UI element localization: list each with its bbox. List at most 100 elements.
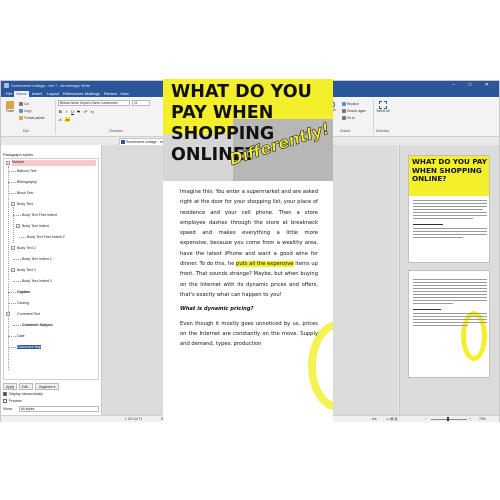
- tree-line: [8, 182, 16, 183]
- maximize-icon[interactable]: □: [468, 82, 477, 88]
- group-character-label: Character: [109, 129, 123, 133]
- cursor-position: L 15 Col 71: [125, 417, 143, 421]
- collapse-icon[interactable]: −: [6, 312, 10, 316]
- style-item[interactable]: Body Text Indent 3: [22, 279, 52, 283]
- style-item[interactable]: Body Text Indent 2: [22, 257, 52, 261]
- window-controls[interactable]: – □ ✕: [452, 82, 495, 88]
- edit-style-button[interactable]: Edit...: [19, 383, 33, 390]
- tree-line: [13, 281, 21, 282]
- separator: [55, 100, 56, 134]
- zoom-slider[interactable]: [431, 419, 467, 420]
- replace-button[interactable]: Replace: [341, 101, 365, 107]
- view-mode-icons[interactable]: ▭ ▤ ▥: [386, 417, 398, 421]
- underline-icon[interactable]: U: [70, 109, 75, 114]
- zoom-out-icon[interactable]: −: [425, 417, 427, 421]
- style-item[interactable]: Comment Text: [17, 312, 40, 316]
- zoom-in-icon[interactable]: +: [469, 417, 471, 421]
- thumbnail-hero: WHAT DO YOU PAY WHEN SHOPPING ONLINE?: [409, 156, 489, 196]
- collapse-icon[interactable]: −: [11, 246, 15, 250]
- style-item[interactable]: Normal: [12, 160, 96, 166]
- show-label: Show:: [3, 407, 13, 411]
- style-list[interactable]: − Normal Balloon Text Bibliography Block…: [3, 158, 99, 380]
- tree-line: [8, 336, 16, 337]
- font-name-select[interactable]: Bebas Neue DejaVu Sans Condensed: [58, 100, 130, 106]
- panel-title: Paragraph styles: [3, 152, 34, 157]
- highlight-icon[interactable]: ab: [65, 117, 70, 122]
- search-again-button[interactable]: Search again: [341, 108, 371, 114]
- paste-label: Paste: [5, 109, 15, 113]
- collapse-icon[interactable]: −: [11, 202, 15, 206]
- font-size-select[interactable]: 11: [132, 100, 150, 106]
- text-line: [413, 212, 487, 213]
- text-line: [413, 237, 463, 238]
- style-item[interactable]: Closing: [17, 301, 29, 305]
- hero-banner: WHAT DO YOU PAY WHEN SHOPPING ONLINE? Di…: [163, 79, 333, 181]
- zoom-level[interactable]: 75%: [479, 417, 486, 421]
- document-page[interactable]: WHAT DO YOU PAY WHEN SHOPPING ONLINE? Di…: [163, 79, 333, 422]
- group-search-label: Search: [340, 129, 351, 133]
- strikethrough-icon[interactable]: S: [76, 109, 81, 114]
- style-item[interactable]: Body Text First Indent 2: [27, 235, 65, 239]
- superscript-icon[interactable]: x²: [83, 109, 88, 114]
- style-item[interactable]: Comment Subject: [22, 323, 53, 327]
- copy-button[interactable]: Copy: [18, 108, 44, 114]
- text-line: [413, 316, 487, 317]
- style-item[interactable]: Block Text: [17, 191, 33, 195]
- text-line: [413, 300, 487, 301]
- zoom-slider-handle[interactable]: [447, 417, 449, 421]
- organize-button[interactable]: Organize ▾: [35, 383, 59, 390]
- text-line: [413, 218, 473, 219]
- text-line: [413, 209, 483, 210]
- page-thumbnail-2[interactable]: [408, 270, 490, 378]
- text-line: [413, 322, 487, 323]
- style-item[interactable]: Body Text Indent: [22, 224, 49, 228]
- insert-mode[interactable]: Ins: [372, 417, 377, 421]
- close-icon[interactable]: ✕: [485, 82, 495, 88]
- tree-line: [13, 259, 21, 260]
- goto-icon: [342, 116, 346, 121]
- preview-checkbox[interactable]: [3, 399, 7, 403]
- text-line: [413, 279, 487, 280]
- format-painter-button[interactable]: Format painter: [18, 115, 50, 121]
- collapse-icon[interactable]: −: [11, 268, 15, 272]
- page-thumbnail-1[interactable]: WHAT DO YOU PAY WHEN SHOPPING ONLINE?: [408, 155, 490, 263]
- style-item[interactable]: Body Text 3: [17, 268, 36, 272]
- style-item[interactable]: Balloon Text: [17, 169, 37, 173]
- minimize-icon[interactable]: –: [452, 82, 461, 88]
- tree-line: [8, 166, 9, 370]
- collapse-icon[interactable]: −: [16, 224, 20, 228]
- group-selection-label: Selection: [376, 129, 390, 133]
- collapse-icon[interactable]: −: [6, 161, 10, 165]
- style-item[interactable]: Document Map: [17, 345, 42, 349]
- display-hierarchically-checkbox[interactable]: [3, 392, 7, 396]
- subscript-icon[interactable]: x₂: [90, 109, 95, 114]
- select-all-button[interactable]: Select all: [375, 100, 391, 124]
- text-line: [413, 224, 443, 225]
- highlighted-text: puts all the expensive: [236, 261, 294, 268]
- goto-button[interactable]: Go to: [341, 115, 365, 121]
- style-item[interactable]: Bibliography: [17, 180, 37, 184]
- font-color-icon[interactable]: A: [58, 117, 63, 122]
- text-line: [413, 291, 487, 292]
- bold-icon[interactable]: B: [58, 109, 63, 114]
- text-line: [413, 294, 487, 295]
- tree-line: [8, 303, 16, 304]
- paste-button[interactable]: Paste: [4, 100, 16, 124]
- text-line: [413, 228, 487, 229]
- text-line: [413, 285, 487, 286]
- text-line: [413, 231, 487, 232]
- apply-button[interactable]: Apply: [3, 383, 17, 390]
- italic-icon[interactable]: I: [64, 109, 69, 114]
- paragraph: Imagine this: You enter a supermarket an…: [180, 187, 318, 300]
- style-item[interactable]: Caption: [17, 290, 30, 294]
- style-item[interactable]: Body Text First Indent: [22, 213, 57, 217]
- tree-line: [13, 325, 21, 326]
- style-item[interactable]: Body Text: [17, 202, 33, 206]
- text-line: [413, 203, 487, 204]
- show-select[interactable]: All styles: [19, 406, 99, 412]
- article-body[interactable]: Imagine this: You enter a supermarket an…: [180, 187, 318, 349]
- style-item[interactable]: Body Text 2: [17, 246, 36, 250]
- style-item[interactable]: Date: [17, 334, 25, 338]
- cut-button[interactable]: Cut: [18, 101, 44, 107]
- text-line: [413, 303, 453, 304]
